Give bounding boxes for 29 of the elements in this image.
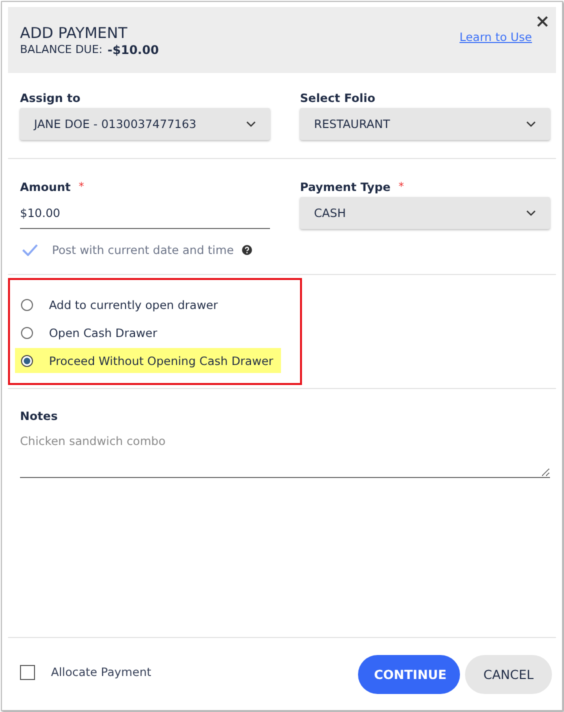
amount-field[interactable]: $10.00 bbox=[20, 197, 270, 229]
checkbox-label: Allocate Payment bbox=[51, 665, 152, 679]
field-label: Select Folio bbox=[300, 91, 376, 105]
assign-dropdown[interactable]: JANE DOE - 0130037477163 bbox=[20, 108, 270, 140]
checkbox-label: Post with current date and time bbox=[52, 243, 234, 257]
payment-type-dropdown[interactable]: CASH bbox=[300, 197, 550, 229]
field-label: Amount bbox=[20, 180, 71, 194]
balance-value: -$10.00 bbox=[108, 42, 159, 56]
required-mark: * bbox=[398, 180, 404, 195]
required-mark: * bbox=[78, 180, 84, 195]
radio-option[interactable]: Open Cash Drawer bbox=[15, 320, 166, 345]
radio-option[interactable]: Proceed Without Opening Cash Drawer bbox=[15, 348, 282, 373]
radio-option[interactable]: Add to currently open drawer bbox=[15, 292, 226, 317]
folio-dropdown[interactable]: RESTAURANT bbox=[300, 108, 550, 140]
checkmark-checkbox[interactable] bbox=[22, 244, 38, 256]
cancel-button[interactable]: CANCEL bbox=[465, 654, 552, 694]
continue-button[interactable]: CONTINUE bbox=[358, 654, 460, 694]
field-label: Assign to bbox=[20, 91, 82, 105]
chevron-down-icon bbox=[526, 121, 536, 127]
chevron-down-icon bbox=[526, 210, 536, 216]
field-label: Payment Type bbox=[300, 180, 391, 194]
checkbox[interactable] bbox=[20, 664, 35, 680]
help-icon[interactable] bbox=[242, 245, 252, 255]
close-icon[interactable] bbox=[537, 16, 548, 27]
balance-label: BALANCE DUE: bbox=[20, 42, 103, 56]
learn-link[interactable]: Learn to Use bbox=[460, 30, 532, 44]
chevron-down-icon bbox=[246, 121, 256, 127]
field-label: Notes bbox=[20, 409, 59, 423]
dialog-title: ADD PAYMENT bbox=[20, 24, 128, 42]
